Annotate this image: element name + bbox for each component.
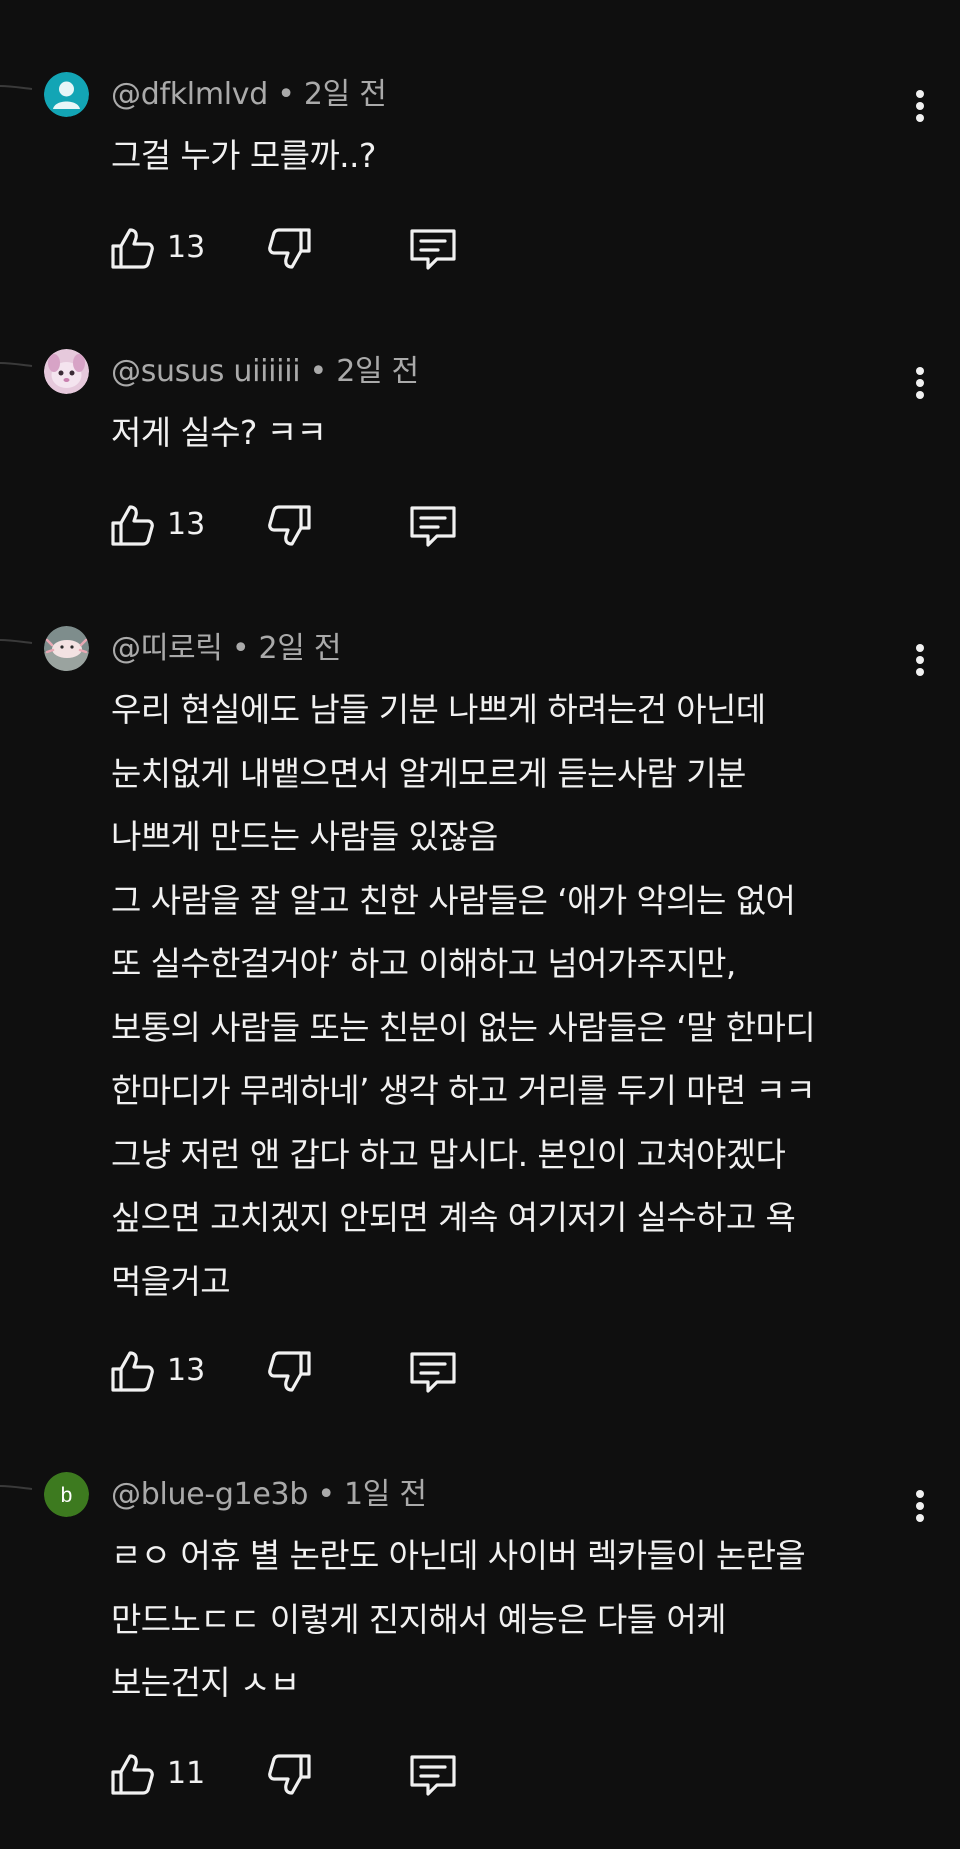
thumbs-down-icon <box>268 1754 311 1795</box>
comment-line: 저게 실수? ㅋㅋ <box>111 413 327 452</box>
thread-connector-line <box>0 362 33 367</box>
more-actions-button[interactable] <box>900 1482 940 1530</box>
like-button[interactable]: 11 <box>108 1744 258 1804</box>
thumbs-down-icon <box>268 505 311 546</box>
comment-line: 싶으면 고치겠지 안되면 계속 여기저기 실수하고 욕 <box>111 1198 796 1237</box>
author-handle[interactable]: @띠로릭 <box>111 631 223 666</box>
reply-button[interactable] <box>406 1341 460 1401</box>
comment-time: 2일 전 <box>303 77 387 112</box>
like-button[interactable]: 13 <box>108 1341 258 1401</box>
comment-line: 한마디가 무례하네’ 생각 하고 거리를 두기 마련 ㅋㅋ <box>111 1071 816 1110</box>
comment-meta: @susus uiiiiii • 2일 전 <box>111 353 419 391</box>
comment-text: 그걸 누가 모를까..? <box>111 124 911 188</box>
meta-separator: • <box>277 77 295 112</box>
dislike-button[interactable] <box>266 1744 316 1804</box>
author-handle[interactable]: @susus uiiiiii <box>111 354 301 389</box>
thumbs-down-icon <box>268 228 311 269</box>
meta-separator: • <box>309 354 328 389</box>
reply-button[interactable] <box>406 1744 460 1804</box>
thread-connector-line <box>0 1485 33 1490</box>
dislike-button[interactable] <box>266 218 316 278</box>
dislike-button[interactable] <box>266 495 316 555</box>
reply-comment-icon <box>410 506 456 547</box>
reply-button[interactable] <box>406 495 460 555</box>
thumbs-down-icon <box>268 1351 311 1392</box>
thread-connector-line <box>0 639 33 644</box>
reply-button[interactable] <box>406 218 460 278</box>
thumbs-up-icon <box>111 1754 154 1795</box>
comment-actions: 13 <box>108 495 508 555</box>
comment-meta: @dfklmlvd • 2일 전 <box>111 76 387 114</box>
avatar[interactable]: b <box>44 1472 89 1517</box>
reply-comment-icon <box>410 229 456 270</box>
like-count: 13 <box>167 507 206 542</box>
thumbs-up-icon <box>111 228 154 269</box>
avatar[interactable] <box>44 349 89 394</box>
reply-comment-icon <box>410 1352 456 1393</box>
thumbs-up-icon <box>111 505 154 546</box>
avatar[interactable] <box>44 626 89 671</box>
comment-line: 보는건지 ㅅㅂ <box>111 1663 300 1702</box>
like-count: 13 <box>167 1353 206 1388</box>
comment-meta: @blue-g1e3b • 1일 전 <box>111 1476 427 1514</box>
meta-separator: • <box>317 1477 335 1512</box>
comment-text: ㄹㅇ 어휴 별 논란도 아닌데 사이버 렉카들이 논란을 만드노ㄷㄷ 이렇게 진… <box>111 1524 911 1715</box>
like-count: 11 <box>167 1756 206 1791</box>
like-button[interactable]: 13 <box>108 495 258 555</box>
more-vertical-icon <box>916 367 924 399</box>
author-handle[interactable]: @dfklmlvd <box>111 77 268 112</box>
comment-actions: 11 <box>108 1744 508 1804</box>
comment-time: 2일 전 <box>336 354 419 389</box>
more-vertical-icon <box>916 1490 924 1522</box>
comment-line: 눈치없게 내뱉으면서 알게모르게 듣는사람 기분 <box>111 753 746 793</box>
comment-line: 또 실수한걸거야’ 하고 이해하고 넘어가주지만, <box>111 944 736 983</box>
like-count: 13 <box>167 230 206 265</box>
thread-connector-line <box>0 85 33 90</box>
svg-text:b: b <box>61 1484 73 1507</box>
comment-text: 저게 실수? ㅋㅋ <box>111 401 911 465</box>
more-actions-button[interactable] <box>900 636 940 684</box>
comment-line: 그냥 저런 앤 갑다 하고 맙시다. 본인이 고쳐야겠다 <box>111 1134 786 1174</box>
meta-separator: • <box>231 631 250 666</box>
more-vertical-icon <box>916 90 924 122</box>
comment-line: 만드노ㄷㄷ 이렇게 진지해서 예능은 다들 어케 <box>111 1599 726 1639</box>
reply-comment-icon <box>410 1755 456 1796</box>
avatar[interactable] <box>44 72 89 117</box>
comment-line: 우리 현실에도 남들 기분 나쁘게 하려는건 아닌데 <box>111 690 766 729</box>
comment-line: 나쁘게 만드는 사람들 있잖음 <box>111 817 498 856</box>
comment-time: 1일 전 <box>344 1477 427 1512</box>
comment-line: 그걸 누가 모를까..? <box>111 136 376 175</box>
more-vertical-icon <box>916 644 924 676</box>
comment-line: 보통의 사람들 또는 친분이 없는 사람들은 ‘말 한마디 <box>111 1007 816 1047</box>
thumbs-up-icon <box>111 1351 154 1392</box>
comment-line: ㄹㅇ 어휴 별 논란도 아닌데 사이버 렉카들이 논란을 <box>111 1536 806 1575</box>
author-handle[interactable]: @blue-g1e3b <box>111 1477 308 1512</box>
more-actions-button[interactable] <box>900 359 940 407</box>
comment-time: 2일 전 <box>258 631 342 666</box>
comment-actions: 13 <box>108 1341 508 1401</box>
like-button[interactable]: 13 <box>108 218 258 278</box>
comment-actions: 13 <box>108 218 508 278</box>
comment-line: 그 사람을 잘 알고 친한 사람들은 ‘애가 악의는 없어 <box>111 880 796 920</box>
comment-meta: @띠로릭 • 2일 전 <box>111 630 341 668</box>
dislike-button[interactable] <box>266 1341 316 1401</box>
comment-line: 먹을거고 <box>111 1261 231 1301</box>
comment-text: 우리 현실에도 남들 기분 나쁘게 하려는건 아닌데 눈치없게 내뱉으면서 알게… <box>111 678 911 1313</box>
more-actions-button[interactable] <box>900 82 940 130</box>
